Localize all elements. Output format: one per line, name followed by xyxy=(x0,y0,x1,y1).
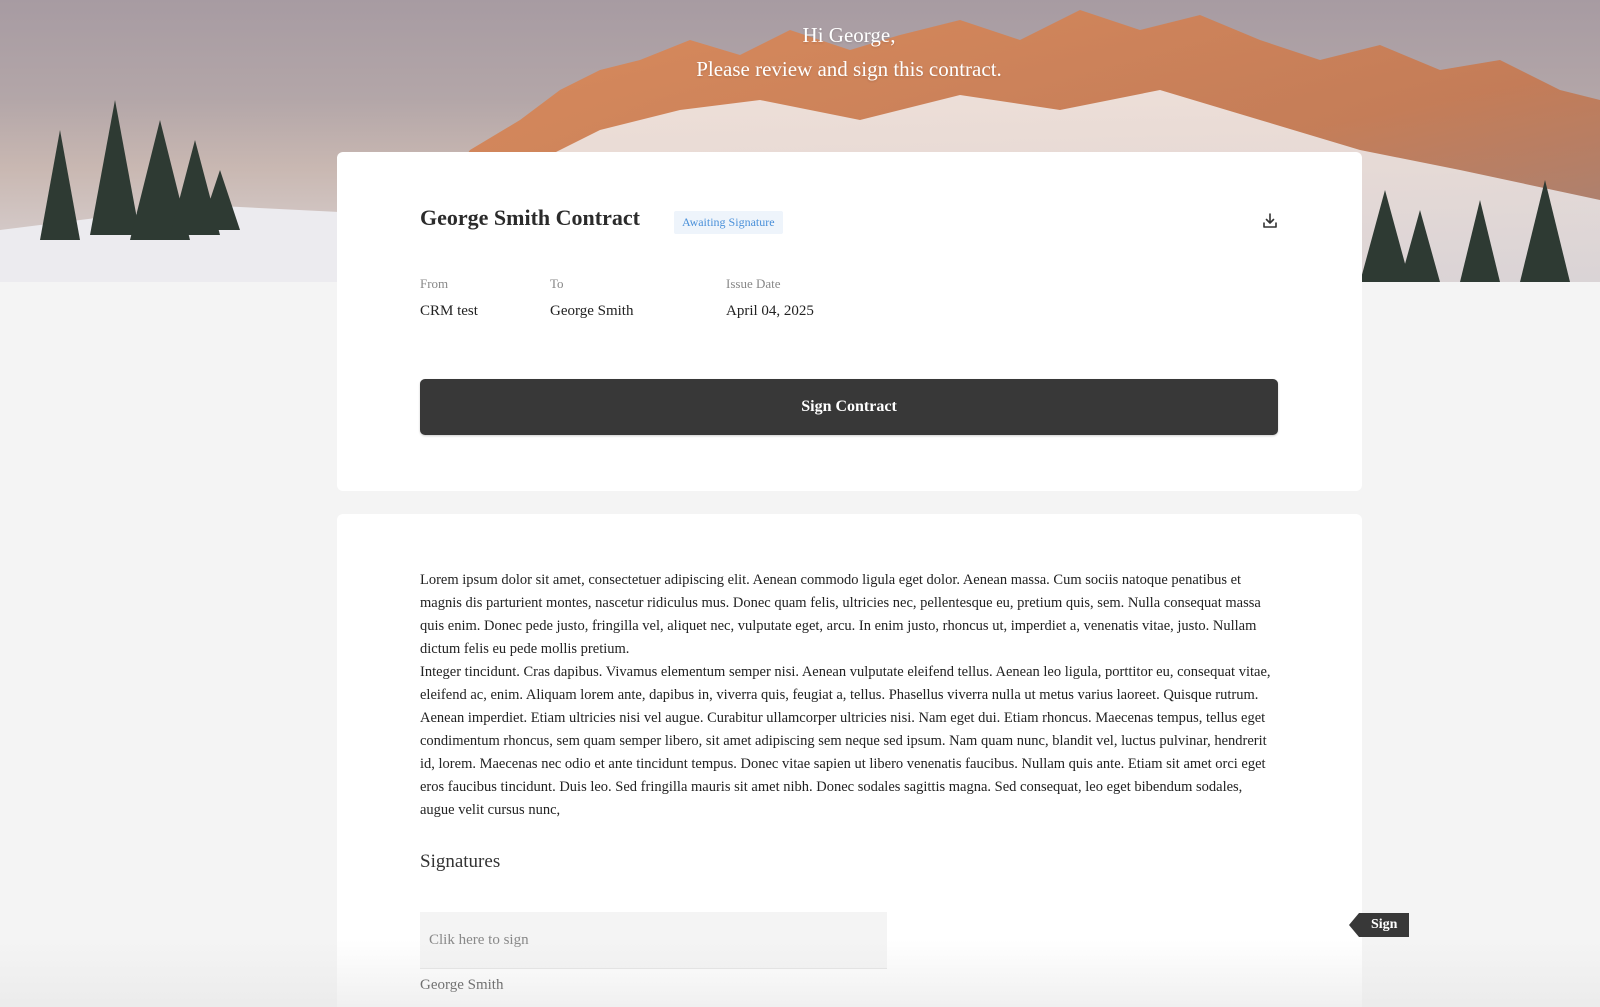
signatures-heading: Signatures xyxy=(420,851,501,872)
download-icon[interactable] xyxy=(1261,212,1279,230)
contract-content: Lorem ipsum dolor sit amet, consectetuer… xyxy=(420,569,1278,822)
contract-summary-card: George Smith Contract Awaiting Signature… xyxy=(337,152,1362,491)
greeting-line-1: Hi George, xyxy=(802,23,896,47)
sign-tag-button[interactable]: Sign xyxy=(1349,913,1409,937)
issue-date-label: Issue Date xyxy=(726,276,781,291)
from-label: From xyxy=(420,276,449,291)
issue-date-value: April 04, 2025 xyxy=(726,303,814,319)
to-value: George Smith xyxy=(550,303,634,319)
greeting: Hi George, Please review and sign this c… xyxy=(0,18,1600,86)
to-label: To xyxy=(550,276,564,291)
contract-paragraph-2: Integer tincidunt. Cras dapibus. Vivamus… xyxy=(420,664,1271,818)
signature-field[interactable]: Clik here to sign xyxy=(420,912,887,969)
status-badge: Awaiting Signature xyxy=(674,211,783,234)
sign-contract-button[interactable]: Sign Contract xyxy=(420,379,1278,435)
greeting-line-2: Please review and sign this contract. xyxy=(696,57,1002,81)
signer-name: George Smith xyxy=(420,977,504,993)
from-value: CRM test xyxy=(420,303,478,319)
contract-paragraph-1: Lorem ipsum dolor sit amet, consectetuer… xyxy=(420,572,1261,657)
contract-title: George Smith Contract xyxy=(420,205,640,230)
contract-body-card: Lorem ipsum dolor sit amet, consectetuer… xyxy=(337,514,1362,1007)
